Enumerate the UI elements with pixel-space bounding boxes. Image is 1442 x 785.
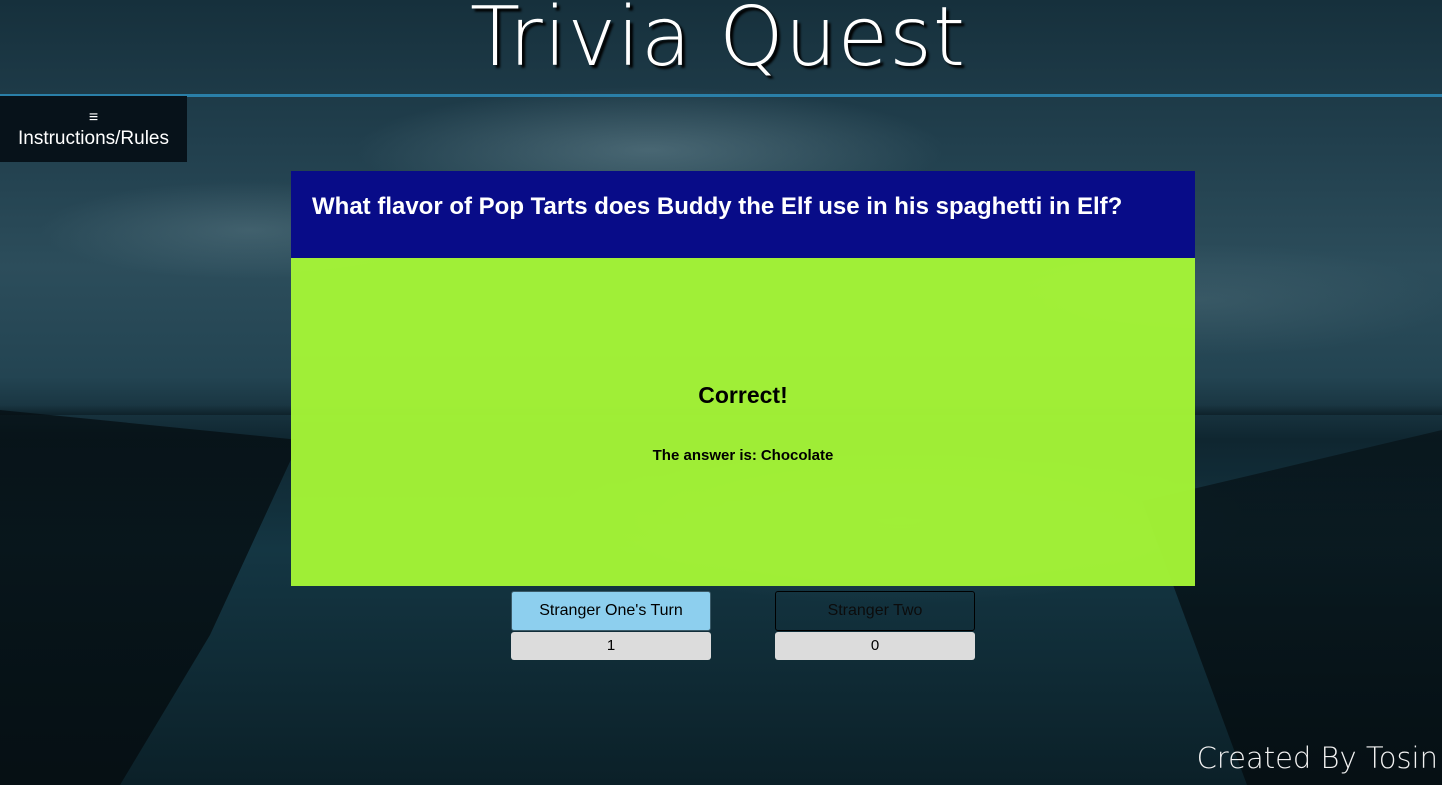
question-text: What flavor of Pop Tarts does Buddy the … [291, 171, 1195, 258]
app-title: Trivia Quest [470, 0, 966, 85]
answer-prefix: The answer is: [652, 447, 757, 464]
instructions-menu-button[interactable]: ≡ Instructions/Rules [0, 96, 187, 162]
credit-text: Created By Tosin [1196, 741, 1438, 775]
player-one: Stranger One's Turn 1 [511, 591, 711, 660]
answer-value: Chocolate [760, 447, 834, 464]
player-two: Stranger Two 0 [775, 591, 975, 660]
instructions-menu-label: Instructions/Rules [17, 128, 169, 149]
result-answer: The answer is: Chocolate [291, 447, 1195, 464]
header: Trivia Quest [0, 0, 1442, 97]
player-one-score: 1 [511, 632, 711, 660]
player-two-score: 0 [775, 632, 975, 660]
question-card: What flavor of Pop Tarts does Buddy the … [291, 171, 1195, 586]
background-shore-left [0, 410, 300, 785]
player-one-turn-button[interactable]: Stranger One's Turn [511, 591, 711, 631]
result-panel: Correct! The answer is: Chocolate [291, 258, 1195, 586]
hamburger-icon: ≡ [88, 109, 99, 126]
result-title: Correct! [698, 382, 788, 408]
player-two-button[interactable]: Stranger Two [775, 591, 975, 631]
